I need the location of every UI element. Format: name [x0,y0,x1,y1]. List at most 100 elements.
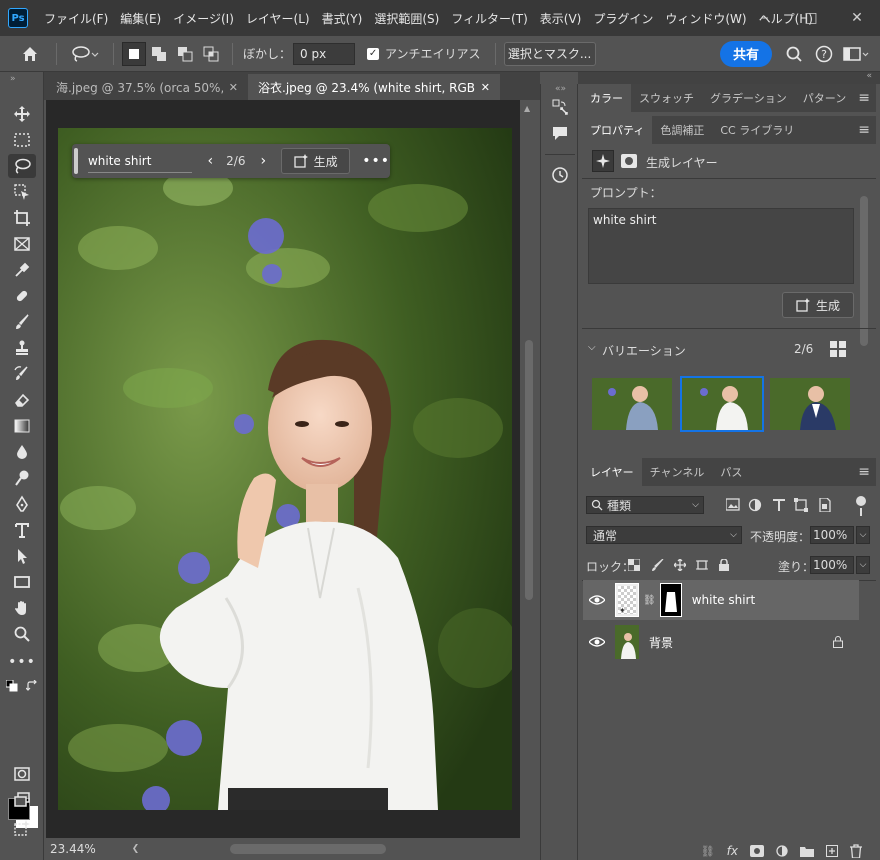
lasso-tool-preset[interactable] [65,42,105,66]
group-folder-icon[interactable] [800,845,814,857]
drag-handle[interactable] [74,148,78,174]
lock-artboard-icon[interactable] [696,559,708,571]
type-filter-icon[interactable] [772,498,786,512]
generate-button[interactable]: 生成 [281,148,351,174]
panel-tab[interactable]: パス [712,458,750,486]
collapse-icon[interactable]: » [10,74,16,84]
collapse-icon[interactable]: «» [555,84,566,94]
history-brush-tool[interactable] [8,362,36,386]
menu-item[interactable]: 編集(E) [114,10,167,27]
properties-generate-button[interactable]: 生成 [782,292,854,318]
close-button[interactable]: ✕ [834,0,880,36]
menu-item[interactable]: レイヤー(L) [240,10,316,27]
quick-mask-button[interactable] [8,762,36,786]
history-panel-button[interactable] [549,164,571,186]
layer-row-background[interactable]: 背景 [583,622,859,662]
panel-menu-icon[interactable]: ≡ [858,116,876,144]
minimize-button[interactable]: – [742,0,788,36]
adjustment-filter-icon[interactable] [748,498,762,512]
healing-brush-tool[interactable] [8,284,36,308]
eye-icon[interactable] [589,637,605,647]
panel-tab[interactable]: グラデーション [702,84,795,112]
zoom-tool[interactable] [8,622,36,646]
tab-yukata[interactable]: 浴衣.jpeg @ 23.4% (white shirt, RGB/8) * ✕ [248,74,500,100]
clone-stamp-tool[interactable] [8,336,36,360]
panel-menu-icon[interactable]: ≡ [858,84,876,112]
tab-umi[interactable]: 海.jpeg @ 37.5% (orca 50%,... ✕ [46,74,248,100]
layer-name[interactable]: 背景 [649,634,673,651]
more-options-button[interactable]: ••• [362,153,390,169]
vertical-scroll-thumb[interactable] [525,340,533,600]
properties-scrollbar[interactable] [860,196,868,346]
eye-icon[interactable] [589,595,605,605]
crop-tool[interactable] [8,206,36,230]
path-selection-tool[interactable] [8,544,36,568]
screen-mode-button[interactable] [8,788,36,812]
close-icon[interactable]: ✕ [229,81,238,94]
blur-tool[interactable] [8,440,36,464]
layer-filter-select[interactable]: 種類 ⌵ [586,496,704,514]
blend-mode-select[interactable]: 通常 ⌵ [586,526,742,544]
add-mask-icon[interactable] [750,845,764,857]
feather-input[interactable]: 0 px [293,42,356,65]
variation-thumbnail-3[interactable] [770,378,850,430]
comments-panel-button[interactable] [549,122,571,144]
eyedropper-tool[interactable] [8,258,36,282]
object-selection-tool[interactable] [8,180,36,204]
menu-item[interactable]: 選択範囲(S) [368,10,445,27]
lock-all-icon[interactable] [718,559,730,571]
close-icon[interactable]: ✕ [481,81,490,94]
select-and-mask-button[interactable]: 選択とマスク... [503,41,596,66]
zoom-level[interactable]: 23.44% [50,842,96,856]
lock-pixels-icon[interactable] [652,559,664,571]
panel-tab[interactable]: レイヤー [582,458,642,486]
next-variation-button[interactable]: › [251,153,275,169]
more-tools-button[interactable]: ••• [8,650,36,674]
menu-item[interactable]: 表示(V) [534,10,588,27]
menu-item[interactable]: プラグイン [587,10,659,27]
menu-item[interactable]: イメージ(I) [167,10,240,27]
trash-icon[interactable] [850,844,862,858]
link-layers-icon[interactable]: ⛓ [701,845,715,858]
vertical-scrollbar[interactable]: ▲ [520,100,538,838]
color-swap-area[interactable] [6,680,38,696]
workspace-button[interactable] [838,42,874,66]
panel-tab[interactable]: CC ライブラリ [712,116,802,144]
menu-item[interactable]: ファイル(F) [38,10,114,27]
shape-filter-icon[interactable] [794,498,808,512]
dodge-tool[interactable] [8,466,36,490]
panel-tab[interactable]: 色調補正 [652,116,712,144]
subtract-selection-button[interactable] [172,42,198,66]
panel-tab[interactable]: パターン [795,84,854,112]
image-filter-icon[interactable] [726,498,740,512]
fill-input[interactable]: 100% [810,556,854,574]
transform-panel-button[interactable] [549,96,571,118]
lock-transparent-icon[interactable] [628,559,640,571]
scroll-up-icon[interactable]: ▲ [524,104,530,113]
grid-view-icon[interactable] [830,341,846,357]
intersect-selection-button[interactable] [198,42,224,66]
fill-dropdown[interactable]: ⌵ [856,556,870,574]
gradient-tool[interactable] [8,414,36,438]
maximize-button[interactable]: □ [788,0,834,36]
horizontal-scroll-thumb[interactable] [230,844,386,854]
document-canvas[interactable] [58,128,512,810]
layer-name[interactable]: white shirt [692,593,756,607]
panel-tab[interactable]: カラー [582,84,631,112]
menu-item[interactable]: フィルター(T) [445,10,533,27]
lasso-tool[interactable] [8,154,36,178]
layer-mask-type-button[interactable] [618,150,640,172]
new-selection-button[interactable] [122,41,146,66]
panel-menu-icon[interactable]: ≡ [858,458,876,486]
prompt-textarea[interactable]: white shirt [588,208,854,284]
new-layer-icon[interactable] [826,845,838,857]
panel-tab[interactable]: スウォッチ [631,84,702,112]
opacity-dropdown[interactable]: ⌵ [856,526,870,544]
layer-row-white-shirt[interactable]: ✦ ⛓ white shirt [583,580,859,620]
panel-tab[interactable]: プロパティ [582,116,653,144]
layer-mask-thumbnail[interactable] [659,583,682,617]
help-button[interactable]: ? [810,42,838,66]
variation-thumbnail-2[interactable] [680,376,764,432]
generative-layer-type-button[interactable] [592,150,614,172]
lock-position-icon[interactable] [674,559,686,571]
